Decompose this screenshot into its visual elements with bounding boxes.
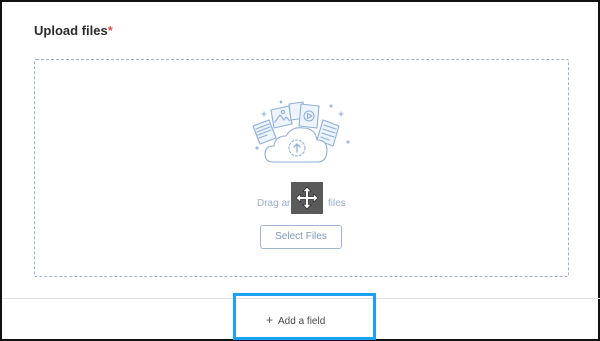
move-cursor-icon	[291, 182, 323, 214]
add-field-label: Add a field	[278, 316, 326, 327]
drag-hint-right: files	[328, 198, 346, 209]
upload-files-label: Upload files*	[34, 23, 113, 38]
plus-icon: +	[266, 313, 274, 327]
upload-files-label-text: Upload files	[34, 23, 108, 38]
required-marker: *	[107, 23, 113, 38]
form-panel: Upload files* Drag ar files Select Files…	[0, 0, 600, 341]
drag-hint-left: Drag ar	[257, 198, 291, 209]
select-files-button[interactable]: Select Files	[260, 225, 342, 249]
add-field-button[interactable]: + Add a field	[266, 313, 325, 327]
cloud-upload-with-files-icon	[252, 100, 350, 163]
